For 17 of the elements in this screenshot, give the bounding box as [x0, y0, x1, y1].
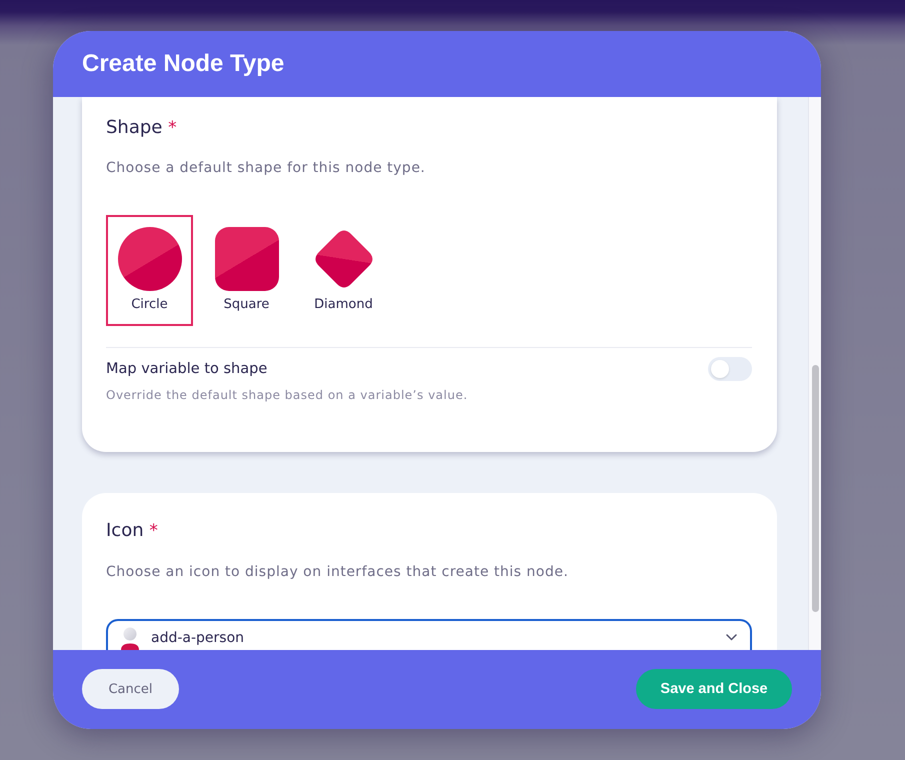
section-title: Icon * — [106, 519, 158, 543]
toggle-description: Override the default shape based on a variable’s value. — [106, 387, 469, 404]
toggle-label: Map variable to shape — [106, 360, 268, 379]
cancel-button[interactable]: Cancel — [82, 669, 179, 709]
dialog-title: Create Node Type — [82, 50, 284, 78]
shape-option[interactable]: Circle — [106, 215, 193, 326]
person-icon — [120, 627, 140, 650]
circle-icon — [118, 227, 182, 291]
section-description: Choose an icon to display on interfaces that create this node. — [106, 563, 570, 582]
chevron-down-icon — [726, 634, 737, 641]
section-title: Shape * — [106, 116, 177, 140]
section-description: Choose a default shape for this node type. — [106, 159, 426, 178]
scrollbar-thumb[interactable] — [812, 365, 818, 612]
shape-option[interactable]: Square — [203, 215, 290, 326]
rounded-square-icon — [214, 227, 278, 291]
toggle-switch[interactable] — [708, 357, 752, 381]
shape-option[interactable]: Diamond — [300, 215, 387, 326]
